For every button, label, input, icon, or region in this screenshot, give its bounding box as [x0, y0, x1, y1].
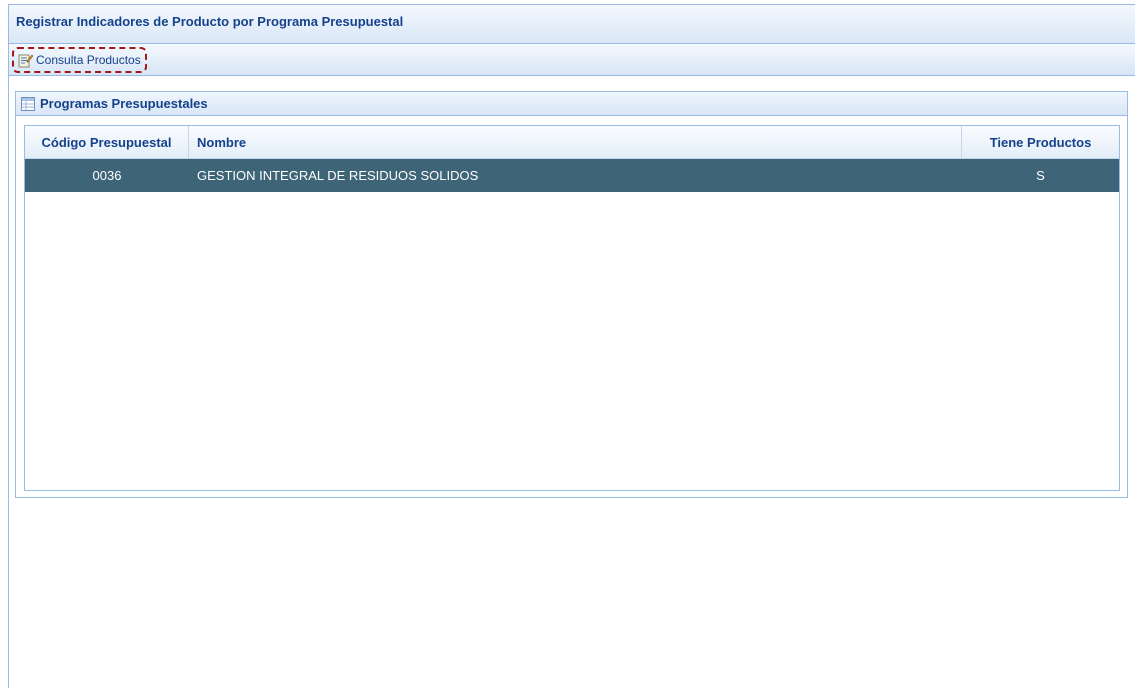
page-title: Registrar Indicadores de Producto por Pr… — [16, 13, 404, 29]
cell-codigo: 0036 — [92, 168, 122, 183]
title-bar: Registrar Indicadores de Producto por Pr… — [9, 5, 1135, 44]
column-header-nombre[interactable]: Nombre — [189, 126, 962, 158]
panel-header: Programas Presupuestales — [16, 92, 1127, 116]
table-row[interactable]: 0036 GESTION INTEGRAL DE RESIDUOS SOLIDO… — [25, 159, 1119, 192]
panel-title: Programas Presupuestales — [40, 96, 208, 111]
table-icon — [21, 96, 35, 111]
grid-header: Código Presupuestal Nombre Tiene Product… — [25, 126, 1119, 159]
cell-nombre: GESTION INTEGRAL DE RESIDUOS SOLIDOS — [197, 168, 479, 183]
toolbar: Consulta Productos — [9, 44, 1135, 76]
consulta-productos-label: Consulta Productos — [36, 52, 141, 67]
main-window: Registrar Indicadores de Producto por Pr… — [8, 4, 1135, 688]
consulta-productos-button[interactable]: Consulta Productos — [12, 46, 147, 73]
programas-grid: Código Presupuestal Nombre Tiene Product… — [24, 125, 1120, 491]
cell-tiene-productos: S — [1036, 168, 1045, 183]
column-header-tiene-productos[interactable]: Tiene Productos — [962, 126, 1119, 158]
column-header-codigo[interactable]: Código Presupuestal — [25, 126, 189, 158]
document-edit-icon — [18, 54, 33, 67]
programas-panel: Programas Presupuestales Código Presupue… — [15, 91, 1128, 498]
